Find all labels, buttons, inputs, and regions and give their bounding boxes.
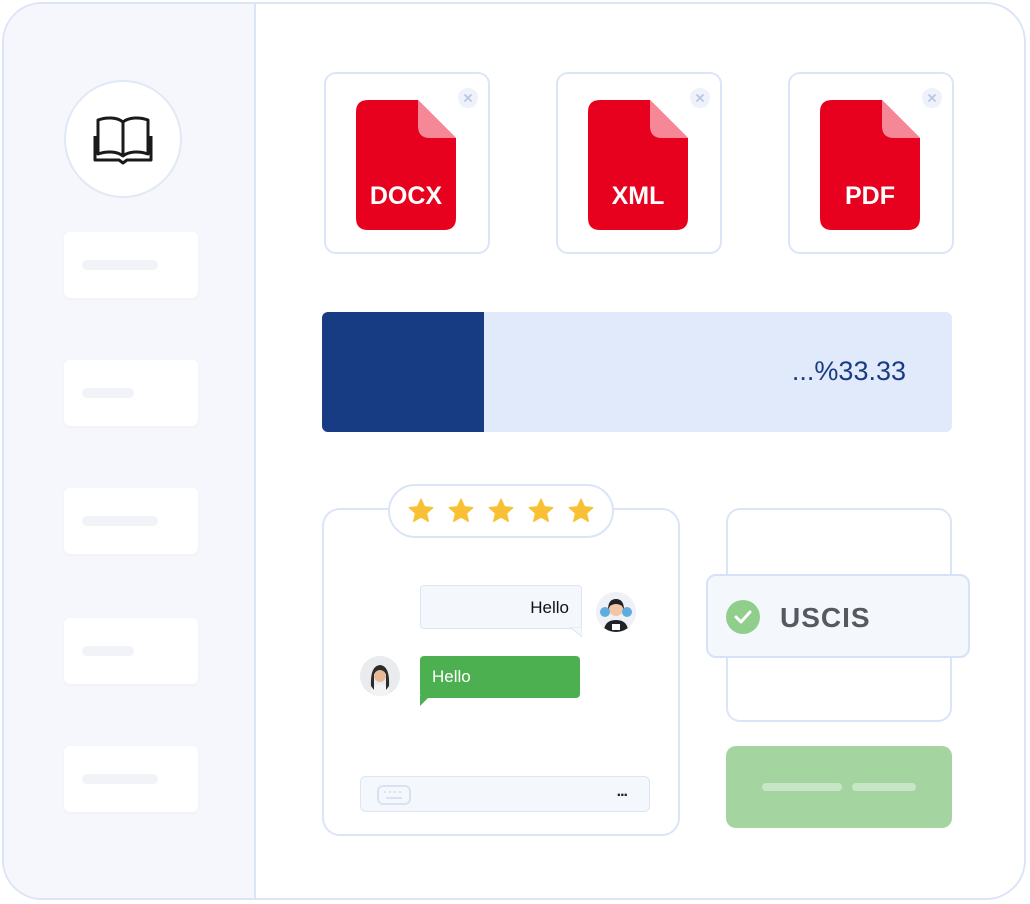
file-card-pdf[interactable]: PDF <box>788 72 954 254</box>
person-avatar-icon <box>360 656 400 696</box>
close-icon <box>928 94 936 102</box>
sidebar-item-1[interactable] <box>64 232 198 298</box>
document-icon: XML <box>588 100 688 230</box>
progress-fill <box>322 312 484 432</box>
close-icon <box>464 94 472 102</box>
logo[interactable] <box>64 80 182 198</box>
avatar-user <box>360 656 400 696</box>
file-type-label: XML <box>611 182 665 210</box>
status-badge[interactable]: USCIS <box>706 574 970 658</box>
document-icon: PDF <box>820 100 920 230</box>
close-button[interactable] <box>458 88 478 108</box>
placeholder-bar <box>82 260 158 270</box>
incoming-message: Hello <box>420 585 582 637</box>
submit-button[interactable] <box>726 746 952 828</box>
sidebar-item-4[interactable] <box>64 618 198 684</box>
star-icon[interactable] <box>566 496 596 526</box>
close-button[interactable] <box>922 88 942 108</box>
star-icon[interactable] <box>406 496 436 526</box>
star-icon[interactable] <box>446 496 476 526</box>
document-icon: DOCX <box>356 100 456 230</box>
star-rating[interactable] <box>388 484 614 538</box>
sidebar-item-2[interactable] <box>64 360 198 426</box>
message-input[interactable]: ... <box>360 776 650 812</box>
file-type-label: PDF <box>845 182 895 210</box>
placeholder-bar <box>82 774 158 784</box>
star-icon[interactable] <box>486 496 516 526</box>
star-icon[interactable] <box>526 496 556 526</box>
progress-text: ...%33.33 <box>791 356 906 386</box>
upload-progress-bar: ...%33.33 <box>322 312 952 432</box>
close-button[interactable] <box>690 88 710 108</box>
placeholder-bar <box>762 783 842 791</box>
close-icon <box>696 94 704 102</box>
outgoing-message: Hello <box>420 656 580 706</box>
message-text: Hello <box>530 598 569 617</box>
message-text: Hello <box>432 667 471 686</box>
avatar-agent <box>596 592 636 632</box>
placeholder-bar <box>852 783 916 791</box>
placeholder-bar <box>82 388 134 398</box>
file-card-docx[interactable]: DOCX <box>324 72 490 254</box>
open-book-icon <box>93 116 153 165</box>
more-icon[interactable]: ... <box>617 783 628 801</box>
sidebar-item-3[interactable] <box>64 488 198 554</box>
sidebar <box>4 4 256 898</box>
sidebar-item-5[interactable] <box>64 746 198 812</box>
placeholder-bar <box>82 646 134 656</box>
keyboard-icon <box>377 785 411 805</box>
placeholder-bar <box>82 516 158 526</box>
file-card-xml[interactable]: XML <box>556 72 722 254</box>
status-label: USCIS <box>780 602 871 633</box>
person-avatar-icon <box>596 592 636 632</box>
file-type-label: DOCX <box>369 182 443 210</box>
check-icon <box>726 600 760 634</box>
